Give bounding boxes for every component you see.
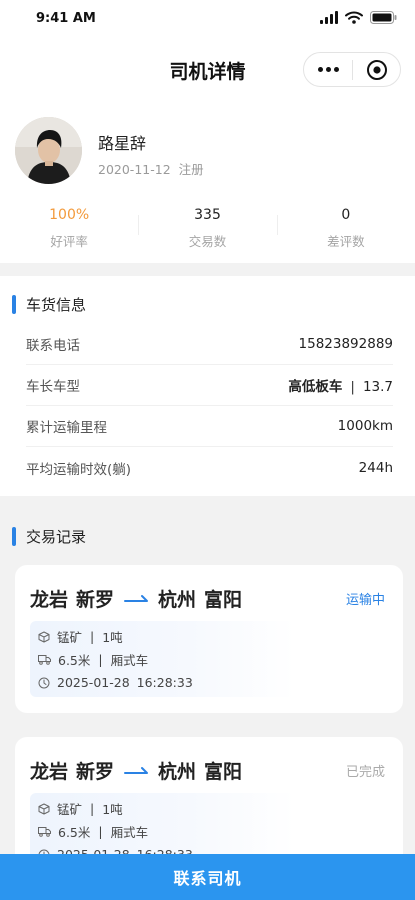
section-title-text: 车货信息 — [26, 295, 87, 314]
vehicle-value: 高低板车 | 13.7 — [288, 375, 393, 395]
stat-label: 交易数 — [188, 234, 227, 249]
trade-section-title: 交易记录 — [12, 526, 86, 547]
status-time: 9:41 AM — [36, 11, 96, 26]
status-icons — [320, 11, 397, 24]
contact-driver-button[interactable]: 联系司机 — [0, 854, 415, 900]
stat-trade-count: 335 交易数 — [138, 205, 276, 250]
stat-good-rate: 100% 好评率 — [0, 205, 138, 250]
truck-type: 厢式车 — [110, 825, 149, 840]
stats-row: 100% 好评率 335 交易数 0 差评数 — [0, 205, 415, 250]
clock-icon — [38, 677, 50, 688]
stat-value: 0 — [341, 207, 351, 223]
route-arrow-icon — [124, 766, 149, 774]
mini-program-capsule — [303, 52, 401, 87]
phone-value[interactable]: 15823892889 — [299, 336, 393, 352]
truck-type: 厢式车 — [110, 653, 149, 668]
to-city: 杭州 — [158, 589, 197, 611]
divider-pipe: | — [350, 379, 355, 395]
stat-label: 差评数 — [327, 234, 365, 249]
more-dots-icon[interactable] — [304, 53, 352, 86]
cargo-info-section: 车货信息 联系电话 15823892889 车长车型 高低板车 | 13.7 累计运… — [0, 276, 415, 496]
route: 龙岩 新罗 杭州 富阳 — [30, 757, 242, 784]
stat-value: 335 — [194, 207, 221, 223]
goods-weight: 1吨 — [102, 802, 123, 817]
route: 龙岩 新罗 杭州 富阳 — [30, 585, 242, 612]
info-row-phone: 联系电话 15823892889 — [26, 324, 393, 365]
section-accent-bar — [12, 294, 16, 314]
to-district: 富阳 — [204, 761, 243, 783]
status-badge: 已完成 — [345, 765, 385, 780]
target-circle-icon[interactable] — [353, 59, 400, 81]
info-row-vehicle: 车长车型 高低板车 | 13.7 — [26, 365, 393, 406]
status-bar: 9:41 AM — [0, 0, 415, 40]
from-district: 新罗 — [76, 761, 115, 783]
section-title: 车货信息 — [12, 294, 86, 314]
goods-name: 锰矿 — [57, 630, 83, 645]
truck-length: 6.5米 — [58, 825, 91, 840]
trade-detail: 锰矿|1吨 6.5米|厢式车 2025-01-28 16:28:33 — [30, 621, 295, 697]
register-label: 注册 — [178, 162, 204, 177]
avatar — [15, 117, 82, 184]
info-row-avg-time: 平均运输时效(躺) 244h — [26, 447, 393, 488]
to-district: 富阳 — [204, 589, 243, 611]
trade-date: 2025-01-28 — [57, 675, 130, 690]
goods-weight: 1吨 — [102, 630, 123, 645]
truck-row: 6.5米 | 厢式车 — [38, 648, 295, 671]
signal-icon — [320, 11, 338, 24]
section-accent-bar — [12, 527, 16, 546]
stat-label: 好评率 — [50, 234, 88, 249]
vehicle-type: 高低板车 — [288, 379, 343, 395]
stat-bad-count: 0 差评数 — [276, 205, 415, 250]
goods-name: 锰矿 — [57, 802, 83, 817]
truck-icon — [38, 827, 51, 837]
status-badge: 运输中 — [345, 593, 385, 608]
to-city: 杭州 — [158, 761, 197, 783]
goods-row: 锰矿 | 1吨 — [38, 797, 295, 820]
driver-profile: 路星辞 2020-11-12 注册 100% 好评率 335 交易数 0 差评数 — [0, 98, 415, 263]
avg-time-value: 244h — [358, 459, 393, 476]
truck-length: 6.5米 — [58, 653, 91, 668]
trade-card[interactable]: 龙岩 新罗 杭州 富阳 运输中 锰矿 | 1吨 6.5米 | 厢式车 2025-01-28 1… — [15, 565, 403, 713]
nav-bar: 司机详情 — [0, 40, 415, 98]
trade-time: 16:28:33 — [136, 675, 193, 690]
route-arrow-icon — [124, 594, 149, 602]
info-label: 联系电话 — [26, 338, 80, 354]
from-city: 龙岩 — [30, 589, 69, 611]
goods-row: 锰矿 | 1吨 — [38, 625, 295, 648]
section-title-text: 交易记录 — [26, 528, 87, 546]
register-info: 2020-11-12 注册 — [98, 159, 204, 178]
battery-icon — [370, 11, 397, 24]
info-row-mileage: 累计运输里程 1000km — [26, 406, 393, 447]
truck-icon — [38, 655, 51, 665]
info-label: 平均运输时效(躺) — [26, 461, 132, 478]
register-date: 2020-11-12 — [98, 162, 171, 177]
info-list: 联系电话 15823892889 车长车型 高低板车 | 13.7 累计运输里程 1… — [26, 324, 393, 488]
box-icon — [38, 803, 50, 814]
from-district: 新罗 — [76, 589, 115, 611]
from-city: 龙岩 — [30, 761, 69, 783]
mileage-value: 1000km — [337, 418, 393, 434]
info-label: 累计运输里程 — [26, 420, 107, 436]
info-label: 车长车型 — [26, 379, 80, 395]
stat-value: 100% — [49, 207, 90, 223]
vehicle-length: 13.7 — [362, 379, 393, 395]
box-icon — [38, 631, 50, 642]
truck-row: 6.5米 | 厢式车 — [38, 820, 295, 843]
driver-name: 路星辞 — [98, 134, 147, 153]
time-row: 2025-01-28 16:28:33 — [38, 671, 295, 694]
wifi-icon — [345, 11, 363, 24]
